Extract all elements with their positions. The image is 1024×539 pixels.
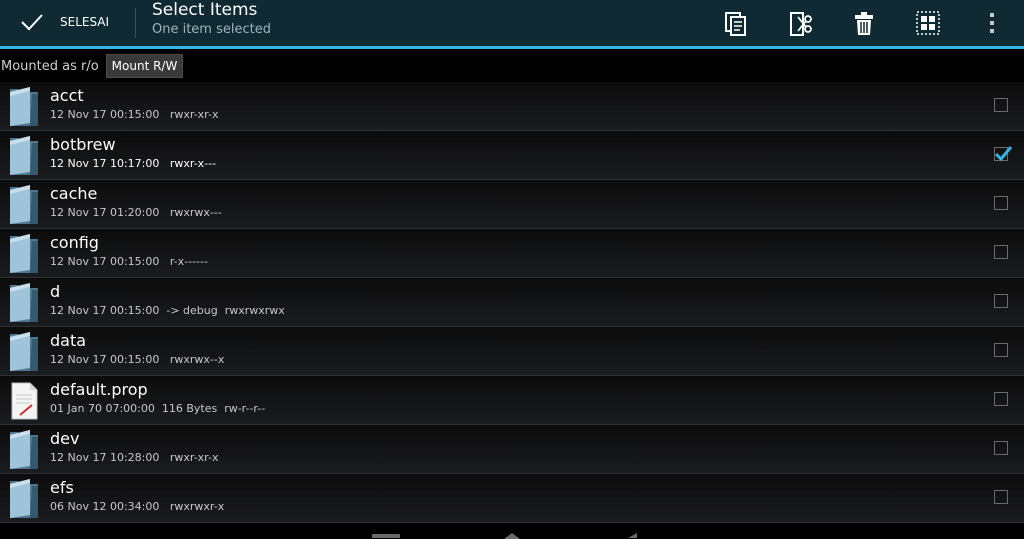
select-checkbox[interactable] [994,343,1008,357]
select-checkbox[interactable] [994,245,1008,259]
copy-button[interactable] [719,7,753,39]
file-row[interactable]: cache 12 Nov 17 01:20:00 rwxrwx--- [0,180,1024,229]
file-name: botbrew [50,135,116,154]
folder-icon [8,477,40,519]
select-checkbox[interactable] [994,146,1013,162]
action-bar-divider [135,8,136,38]
select-all-icon [916,11,940,35]
system-nav-bar [0,524,1024,539]
file-row[interactable]: efs 06 Nov 12 00:34:00 rwxrwxr-x [0,474,1024,523]
file-row[interactable]: d 12 Nov 17 00:15:00 -> debug rwxrwxrwx [0,278,1024,327]
select-checkbox[interactable] [994,294,1008,308]
copy-icon [725,12,746,36]
mount-status: Mounted as r/o [1,59,99,74]
file-row[interactable]: acct 12 Nov 17 00:15:00 rwxr-xr-x [0,82,1024,131]
cut-button[interactable] [783,7,817,39]
mount-rw-button[interactable]: Mount R/W [106,54,183,78]
select-checkbox[interactable] [994,98,1008,112]
overflow-menu-button[interactable] [975,7,1009,39]
file-details: 12 Nov 17 10:17:00 rwxr-x--- [50,157,217,170]
select-all-button[interactable] [911,7,945,39]
home-icon[interactable] [504,533,520,539]
checkmark-icon [994,146,1013,162]
file-list: acct 12 Nov 17 00:15:00 rwxr-xr-x botbrew 1… [0,82,1024,523]
file-details: 12 Nov 17 00:15:00 r-x------ [50,255,208,268]
file-name: acct [50,86,84,105]
file-details: 12 Nov 17 10:28:00 rwxr-xr-x [50,451,219,464]
checkmark-icon [21,14,43,31]
file-details: 06 Nov 12 00:34:00 rwxrwxr-x [50,500,225,513]
file-name: data [50,331,87,350]
back-icon[interactable] [628,533,637,538]
file-details: 12 Nov 17 00:15:00 rwxrwx--x [50,353,225,366]
select-checkbox[interactable] [994,441,1008,455]
file-row[interactable]: botbrew 12 Nov 17 10:17:00 rwxr-x--- [0,131,1024,180]
action-bar: SELESAI Select Items One item selected [0,0,1024,49]
file-name: efs [50,478,74,497]
select-checkbox[interactable] [994,392,1008,406]
file-details: 12 Nov 17 00:15:00 -> debug rwxrwxrwx [50,304,285,317]
page-title: Select Items [152,0,258,20]
folder-icon [8,330,40,372]
file-details: 12 Nov 17 01:20:00 rwxrwx--- [50,206,222,219]
overflow-menu-icon [990,13,994,33]
delete-button[interactable] [847,7,881,39]
folder-icon [8,134,40,176]
file-name: dev [50,429,80,448]
folder-icon [8,85,40,127]
delete-icon [855,12,873,35]
file-icon [8,379,40,421]
file-details: 01 Jan 70 07:00:00 116 Bytes rw-r--r-- [50,402,266,415]
file-row[interactable]: config 12 Nov 17 00:15:00 r-x------ [0,229,1024,278]
cut-icon [790,12,812,36]
file-row[interactable]: default.prop 01 Jan 70 07:00:00 116 Bytes… [0,376,1024,425]
recent-apps-icon[interactable] [372,534,400,538]
file-row[interactable]: dev 12 Nov 17 10:28:00 rwxr-xr-x [0,425,1024,474]
done-button[interactable]: SELESAI [0,0,136,46]
file-name: config [50,233,99,252]
file-name: d [50,282,61,301]
mount-bar: Mounted as r/o Mount R/W [0,49,1024,82]
select-checkbox[interactable] [994,490,1008,504]
folder-icon [8,281,40,323]
folder-icon [8,232,40,274]
folder-icon [8,428,40,470]
selection-count: One item selected [152,22,271,37]
done-label: SELESAI [60,15,110,29]
file-name: cache [50,184,98,203]
select-checkbox[interactable] [994,196,1008,210]
folder-icon [8,183,40,225]
file-row[interactable]: data 12 Nov 17 00:15:00 rwxrwx--x [0,327,1024,376]
file-name: default.prop [50,380,148,399]
file-details: 12 Nov 17 00:15:00 rwxr-xr-x [50,108,219,121]
